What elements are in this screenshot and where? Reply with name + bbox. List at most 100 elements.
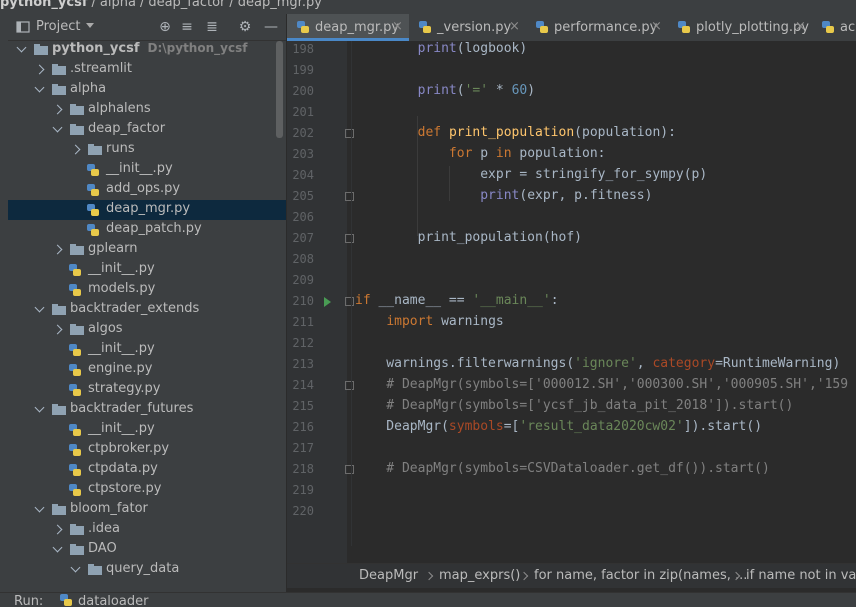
editor-tab[interactable]: _version.py × <box>409 14 526 41</box>
code-line[interactable]: for p in population: <box>355 146 606 161</box>
code-breadcrumb-item[interactable]: for name, factor in zip(names, ... <box>534 568 747 583</box>
tree-folder-item[interactable]: deap_factor <box>8 120 286 140</box>
chevron-down-icon[interactable] <box>52 122 63 133</box>
tree-folder-item[interactable]: backtrader_extends <box>8 300 286 320</box>
code-line[interactable]: DeapMgr(symbols=['result_data2020cw02'])… <box>355 419 762 434</box>
line-number: 212 <box>292 336 314 350</box>
fold-marker-icon[interactable] <box>345 297 354 306</box>
tree-folder-item[interactable]: DAO <box>8 540 286 560</box>
expand-all-icon[interactable]: ≡ <box>178 18 196 36</box>
chevron-right-icon[interactable] <box>52 524 63 535</box>
code-line[interactable]: expr = stringify_for_sympy(p) <box>355 167 707 182</box>
code-line[interactable]: print(expr, p.fitness) <box>355 188 652 203</box>
chevron-right-icon[interactable] <box>52 104 63 115</box>
tree-file-item[interactable]: add_ops.py <box>8 180 286 200</box>
tree-file-item[interactable]: models.py <box>8 280 286 300</box>
code-line[interactable]: # DeapMgr(symbols=['ycsf_jb_data_pit_201… <box>355 398 793 413</box>
editor-tab[interactable]: deap_mgr.py × <box>287 14 409 41</box>
fold-marker-icon[interactable] <box>345 192 354 201</box>
tree-file-item[interactable]: __init__.py <box>8 340 286 360</box>
collapse-all-icon[interactable]: ≣ <box>203 18 221 36</box>
editor-tab[interactable]: ac <box>812 14 856 41</box>
chevron-right-icon[interactable] <box>52 244 63 255</box>
run-config-tab[interactable]: dataloader <box>78 594 148 607</box>
code-editor[interactable]: 198 199 200 201 202 203 204 205 206 207 208 209 210 2… <box>287 41 856 563</box>
tree-item-path: D:\python_ycsf <box>147 41 248 55</box>
tree-file-item[interactable]: strategy.py <box>8 380 286 400</box>
tree-file-item[interactable]: ctpbroker.py <box>8 440 286 460</box>
tree-folder-item[interactable]: query_data <box>8 560 286 580</box>
chevron-down-icon[interactable] <box>34 402 45 413</box>
gear-icon[interactable]: ⚙ <box>236 18 254 36</box>
folder-icon <box>34 44 48 55</box>
project-scrollbar[interactable] <box>276 41 283 138</box>
chevron-down-icon[interactable] <box>34 502 45 513</box>
editor-tab[interactable]: performance.py × <box>526 14 668 41</box>
minimize-icon[interactable]: — <box>262 18 280 36</box>
breadcrumb-item[interactable]: python_ycsf <box>0 0 88 10</box>
editor-tab[interactable]: plotly_plotting.py × <box>668 14 812 41</box>
globe-icon[interactable]: ⊕ <box>156 18 174 36</box>
code-line[interactable]: print('=' * 60) <box>355 83 535 98</box>
code-line[interactable]: print_population(hof) <box>355 230 582 245</box>
tree-folder-item[interactable]: .idea <box>8 520 286 540</box>
code-line[interactable]: print(logbook) <box>355 41 528 56</box>
code-line[interactable]: if __name__ == '__main__': <box>355 293 559 308</box>
tree-folder-item[interactable]: .streamlit <box>8 60 286 80</box>
tree-item-label: alphalens <box>88 101 151 116</box>
chevron-down-icon[interactable] <box>34 82 45 93</box>
close-icon[interactable]: × <box>392 19 403 34</box>
code-line[interactable]: # DeapMgr(symbols=CSVDataloader.get_df()… <box>355 461 770 476</box>
close-icon[interactable]: × <box>651 19 662 34</box>
run-icon[interactable] <box>324 297 331 307</box>
project-panel-title[interactable]: Project <box>36 19 80 34</box>
code-breadcrumb-item[interactable]: map_exprs() <box>439 568 520 583</box>
fold-marker-icon[interactable] <box>345 381 354 390</box>
tree-item-label: query_data <box>106 561 180 576</box>
project-panel-header: Project ⊕ ≡ ≣ ⚙ — <box>8 14 286 41</box>
close-icon[interactable]: × <box>795 19 806 34</box>
chevron-right-icon[interactable] <box>34 64 45 75</box>
tree-file-item[interactable]: __init__.py <box>8 260 286 280</box>
breadcrumb-item[interactable]: deap_factor <box>148 0 225 10</box>
tree-file-item[interactable]: ctpstore.py <box>8 480 286 500</box>
code-breadcrumb-item[interactable]: DeapMgr <box>359 568 418 583</box>
tree-file-item[interactable]: deap_patch.py <box>8 220 286 240</box>
breadcrumb-item[interactable]: alpha <box>100 0 136 10</box>
tree-item-label: add_ops.py <box>106 181 181 196</box>
tree-file-item[interactable]: deap_mgr.py <box>8 200 286 220</box>
chevron-right-icon[interactable] <box>52 324 63 335</box>
python-file-icon <box>86 203 100 217</box>
chevron-down-icon[interactable] <box>16 42 27 53</box>
tree-file-item[interactable]: __init__.py <box>8 160 286 180</box>
tree-folder-item[interactable]: python_ycsf D:\python_ycsf <box>8 40 286 60</box>
code-breadcrumb-item[interactable]: if name not in valid <box>746 568 856 583</box>
tree-folder-item[interactable]: backtrader_futures <box>8 400 286 420</box>
chevron-down-icon[interactable] <box>34 302 45 313</box>
code-line[interactable]: # DeapMgr(symbols=['000012.SH','000300.S… <box>355 377 848 392</box>
tree-file-item[interactable]: __init__.py <box>8 420 286 440</box>
tree-folder-item[interactable]: bloom_fator <box>8 500 286 520</box>
tree-file-item[interactable]: ctpdata.py <box>8 460 286 480</box>
code-line[interactable]: import warnings <box>355 314 503 329</box>
code-line[interactable]: def print_population(population): <box>355 125 676 140</box>
fold-marker-icon[interactable] <box>345 234 354 243</box>
tree-folder-item[interactable]: alpha <box>8 80 286 100</box>
tree-file-item[interactable]: engine.py <box>8 360 286 380</box>
fold-marker-icon[interactable] <box>345 465 354 474</box>
python-file-icon <box>60 594 72 606</box>
close-icon[interactable]: × <box>509 19 520 34</box>
line-number: 205 <box>292 189 314 203</box>
tree-folder-item[interactable]: gplearn <box>8 240 286 260</box>
tree-folder-item[interactable]: runs <box>8 140 286 160</box>
chevron-down-icon[interactable] <box>52 542 63 553</box>
chevron-down-icon[interactable] <box>86 23 94 28</box>
breadcrumb-item[interactable]: deap_mgr.py <box>238 0 322 10</box>
tree-folder-item[interactable]: algos <box>8 320 286 340</box>
chevron-down-icon[interactable] <box>70 562 81 573</box>
code-line[interactable]: warnings.filterwarnings('ignore', catego… <box>355 356 840 371</box>
python-file-icon <box>418 20 432 38</box>
tree-folder-item[interactable]: alphalens <box>8 100 286 120</box>
fold-marker-icon[interactable] <box>345 129 354 138</box>
chevron-right-icon[interactable] <box>70 144 81 155</box>
